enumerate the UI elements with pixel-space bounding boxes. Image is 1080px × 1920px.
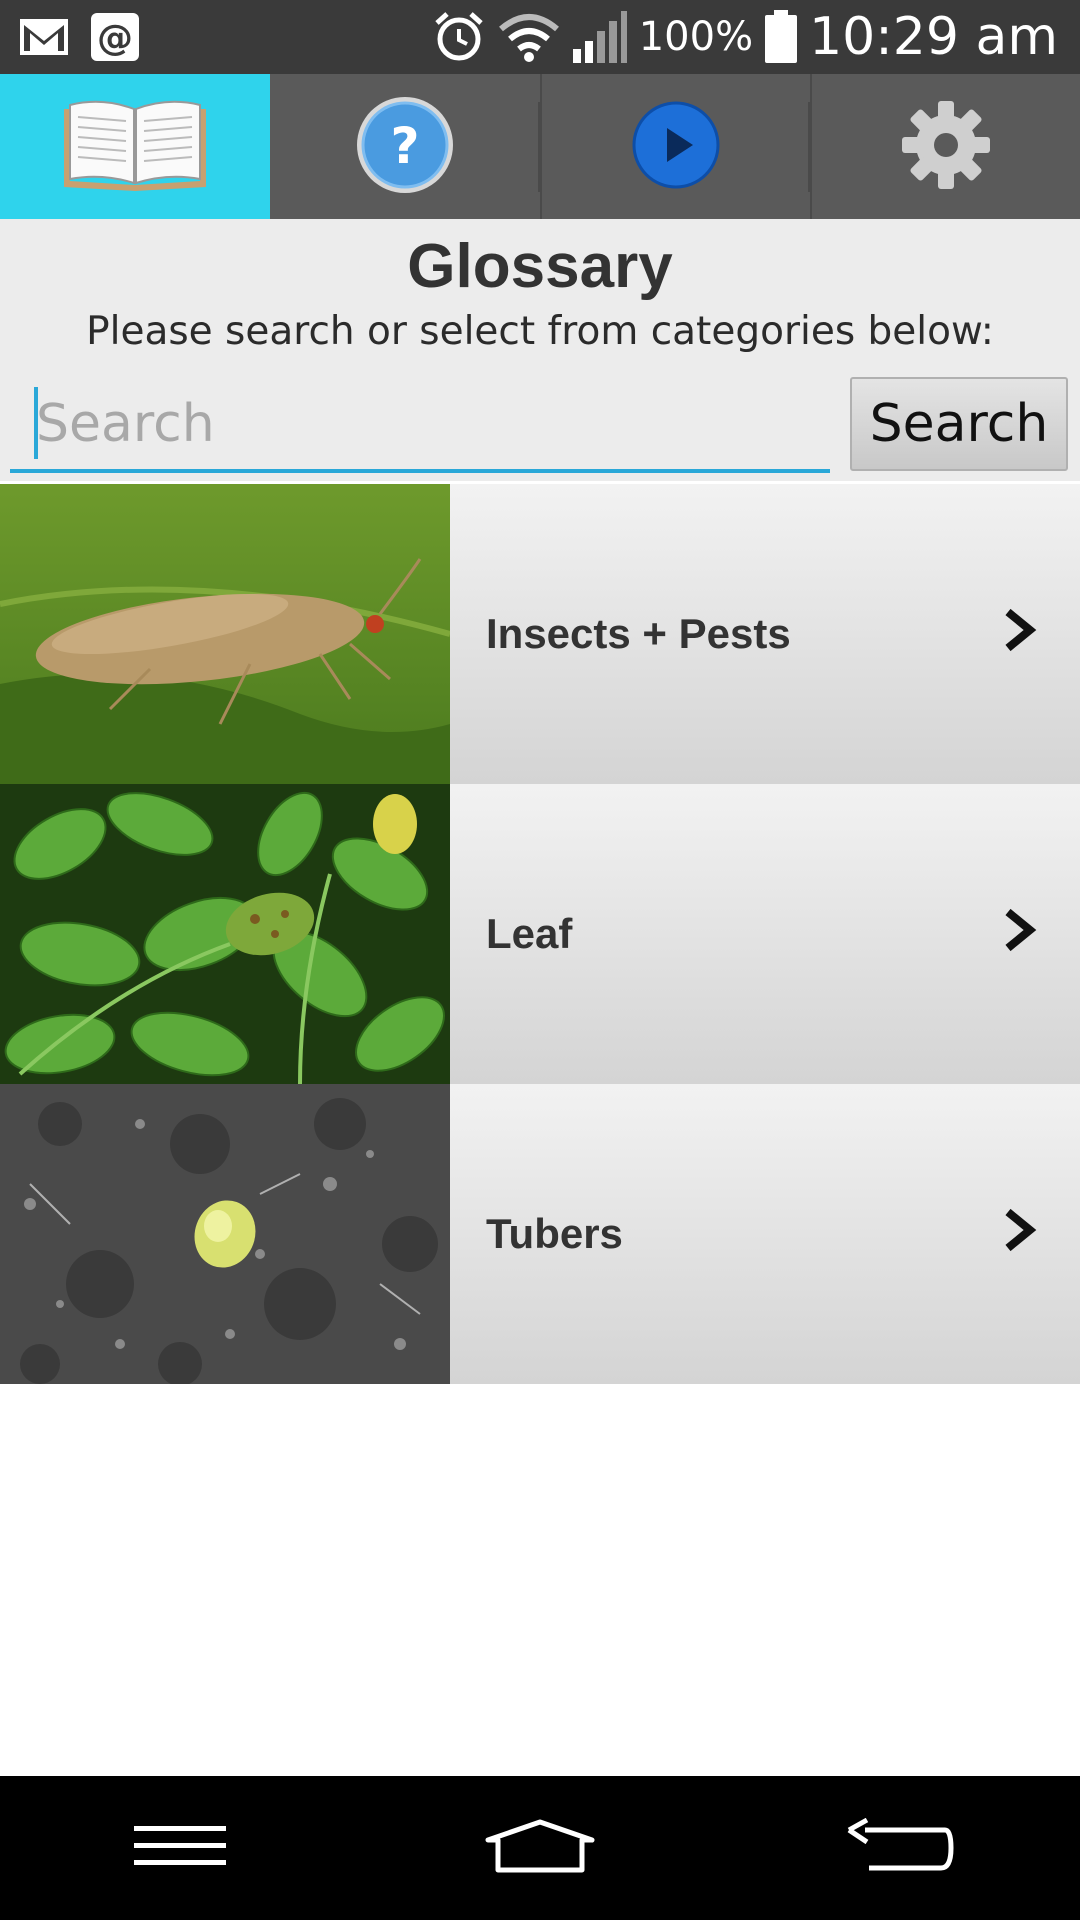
tab-video[interactable] [540,74,810,219]
category-image-moth [0,484,450,784]
chevron-right-icon [1002,1208,1038,1256]
category-text: Leaf [450,784,1080,1084]
category-image-tuber [0,1084,450,1384]
search-input[interactable] [10,379,830,473]
battery-icon [763,9,799,65]
category-label: Leaf [486,910,573,957]
signal-icon [571,9,629,65]
alarm-icon [431,9,487,65]
back-icon [845,1817,955,1878]
tab-help[interactable]: ? [270,74,540,219]
tab-glossary[interactable] [0,74,270,219]
menu-button[interactable] [80,1798,280,1898]
chevron-right-icon [1002,908,1038,956]
clock: 10:29 am [809,7,1058,67]
category-text: Insects + Pests [450,484,1080,784]
gmail-icon [18,17,70,57]
category-list: Insects + Pests Leaf Tubers [0,484,1080,1384]
page-title: Glossary [407,232,673,301]
play-icon [631,100,721,194]
category-tubers[interactable]: Tubers [0,1084,1080,1384]
home-icon [482,1818,598,1878]
category-text: Tubers [450,1084,1080,1384]
page-subtitle: Please search or select from categories … [86,309,994,354]
category-label: Tubers [486,1210,623,1257]
help-icon: ? [353,93,457,201]
book-icon [60,95,210,199]
menu-icon [132,1822,228,1874]
category-label: Insects + Pests [486,610,791,657]
system-nav-bar [0,1776,1080,1920]
back-button[interactable] [800,1798,1000,1898]
tab-bar: ? [0,74,1080,219]
email-at-icon: @ [90,12,140,62]
svg-text:?: ? [390,117,419,175]
gear-icon [898,97,994,197]
category-image-leaves [0,784,450,1084]
battery-percent: 100% [638,14,754,60]
search-button[interactable]: Search [850,377,1068,471]
home-button[interactable] [440,1798,640,1898]
glossary-header: Glossary Please search or select from ca… [0,219,1080,481]
text-cursor [34,387,38,459]
category-insects-pests[interactable]: Insects + Pests [0,484,1080,784]
wifi-icon [497,11,561,63]
category-leaf[interactable]: Leaf [0,784,1080,1084]
svg-text:@: @ [97,18,133,59]
chevron-right-icon [1002,608,1038,656]
tab-settings[interactable] [810,74,1080,219]
status-bar: @ 100% 10:29 am [0,0,1080,74]
